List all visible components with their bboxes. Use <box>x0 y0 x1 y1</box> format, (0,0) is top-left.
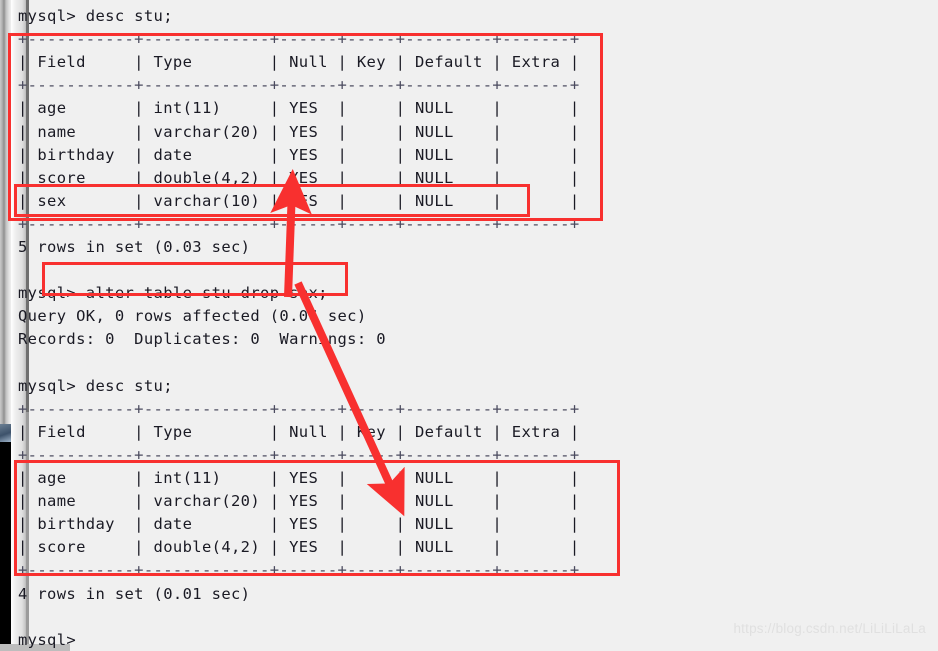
terminal-output: mysql> desc stu; +-----------+-----------… <box>18 0 918 651</box>
terminal-line: +-----------+-------------+------+-----+… <box>18 214 580 233</box>
terminal-line: | score | double(4,2) | YES | | NULL | | <box>18 538 580 557</box>
terminal-line: 4 rows in set (0.01 sec) <box>18 584 251 603</box>
window-edge-gradient <box>0 0 11 440</box>
terminal-line: +-----------+-------------+------+-----+… <box>18 30 580 49</box>
terminal-line: +-----------+-------------+------+-----+… <box>18 76 580 95</box>
watermark-url: https://blog.csdn.net/LiLiLiLaLa <box>733 621 926 636</box>
terminal-line: +-----------+-------------+------+-----+… <box>18 561 580 580</box>
terminal-line: | sex | varchar(10) | YES | | NULL | | <box>18 191 580 210</box>
terminal-line: | birthday | date | YES | | NULL | | <box>18 515 580 534</box>
terminal-line: | age | int(11) | YES | | NULL | | <box>18 99 580 118</box>
terminal-line: mysql> desc stu; <box>18 7 173 25</box>
terminal-line: | name | varchar(20) | YES | | NULL | | <box>18 492 580 511</box>
terminal-line: | score | double(4,2) | YES | | NULL | | <box>18 168 580 187</box>
terminal-line: mysql> <box>18 630 77 649</box>
terminal-line: | age | int(11) | YES | | NULL | | <box>18 469 580 487</box>
terminal-line: mysql> desc stu; <box>18 376 173 395</box>
taskbar-icon[interactable] <box>0 424 11 442</box>
terminal-line: +-----------+-------------+------+-----+… <box>18 445 580 464</box>
terminal-line: | Field | Type | Null | Key | Default | … <box>18 422 580 441</box>
terminal-line: Query OK, 0 rows affected (0.06 sec) <box>18 307 367 326</box>
terminal-line: mysql> alter table stu drop sex; <box>18 284 328 303</box>
terminal-line: | name | varchar(20) | YES | | NULL | | <box>18 122 580 141</box>
terminal-line: | Field | Type | Null | Key | Default | … <box>18 53 580 72</box>
terminal-line: | birthday | date | YES | | NULL | | <box>18 145 580 164</box>
terminal-screenshot: mysql> desc stu; +-----------+-----------… <box>0 0 938 651</box>
terminal-line: Records: 0 Duplicates: 0 Warnings: 0 <box>18 330 386 349</box>
window-edge-dark <box>0 440 11 651</box>
terminal-line: +-----------+-------------+------+-----+… <box>18 399 580 418</box>
terminal-line: 5 rows in set (0.03 sec) <box>18 238 251 256</box>
